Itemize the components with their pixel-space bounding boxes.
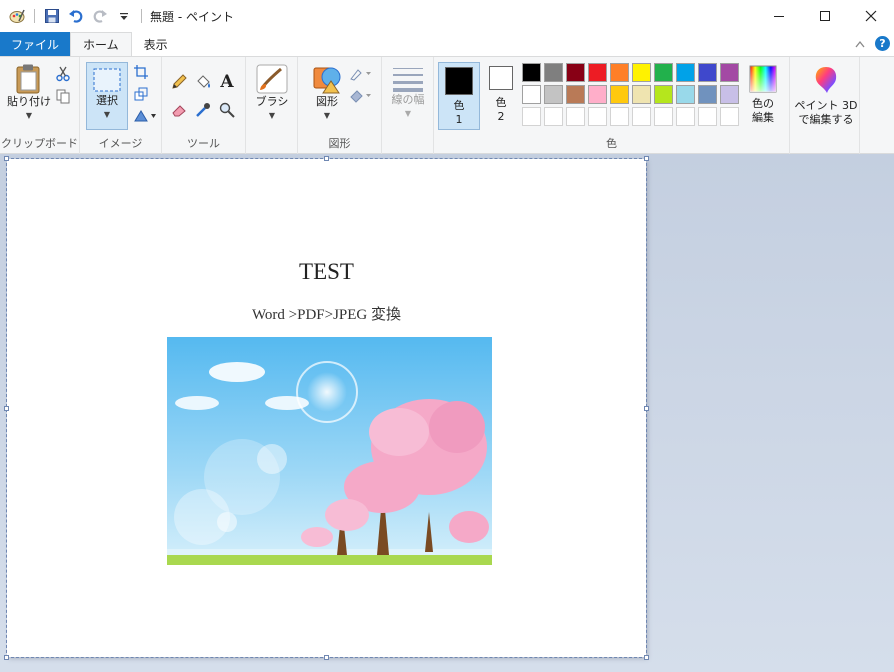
shapes-group-label: 図形 bbox=[328, 137, 351, 150]
size-label: 線の幅 bbox=[391, 93, 425, 106]
tab-view[interactable]: 表示 bbox=[132, 32, 180, 56]
help-icon[interactable]: ? bbox=[875, 36, 890, 51]
quick-access-toolbar bbox=[0, 7, 144, 25]
shapes-button[interactable]: 図形 ▼ bbox=[304, 63, 350, 123]
resize-handle-bottom-right[interactable] bbox=[644, 655, 649, 660]
resize-handle-right[interactable] bbox=[644, 406, 649, 411]
tools-group-label: ツール bbox=[187, 137, 220, 150]
group-shapes: 図形 ▼ 図形 bbox=[298, 57, 382, 154]
cut-icon[interactable] bbox=[54, 65, 72, 83]
tab-home[interactable]: ホーム bbox=[70, 32, 132, 56]
ribbon: 貼り付け ▼ クリップボード 選択 ▼ イメージ A ツール ブラシ ▼ 図形 … bbox=[0, 56, 894, 154]
cherry-blossom-image bbox=[167, 337, 492, 565]
close-icon bbox=[865, 10, 877, 22]
ribbon-right-controls: ? bbox=[855, 36, 890, 51]
window-controls bbox=[756, 0, 894, 32]
size-button[interactable]: 線の幅 ▼ bbox=[386, 65, 430, 121]
paste-dropdown-icon: ▼ bbox=[25, 111, 33, 120]
resize-handle-left[interactable] bbox=[4, 406, 9, 411]
rotate-icon[interactable] bbox=[132, 107, 158, 125]
pencil-icon[interactable] bbox=[170, 73, 188, 91]
separator bbox=[141, 9, 142, 23]
redo-icon[interactable] bbox=[91, 7, 109, 25]
resize-handle-top-left[interactable] bbox=[4, 156, 9, 161]
window-title: 無題 - ペイント bbox=[150, 9, 234, 24]
edit-with-paint3d-button[interactable]: ペイント 3D で編集する bbox=[794, 65, 858, 127]
clipboard-group-label: クリップボード bbox=[1, 137, 78, 150]
resize-handle-bottom-left[interactable] bbox=[4, 655, 9, 660]
select-button[interactable]: 選択 ▼ bbox=[86, 62, 128, 130]
magnifier-icon[interactable] bbox=[218, 101, 236, 119]
selection-rectangle-icon bbox=[93, 68, 121, 92]
select-dropdown-icon: ▼ bbox=[103, 110, 111, 119]
size-dropdown-icon: ▼ bbox=[404, 109, 412, 118]
document-title: TEST bbox=[299, 259, 354, 284]
group-brush: ブラシ ▼ bbox=[246, 57, 298, 154]
document-subtitle: Word >PDF>JPEG 変換 bbox=[251, 307, 402, 323]
maximize-button[interactable] bbox=[802, 0, 848, 32]
copy-icon[interactable] bbox=[54, 87, 72, 105]
minimize-button[interactable] bbox=[756, 0, 802, 32]
separator bbox=[34, 9, 35, 23]
colors-group-label: 色 bbox=[606, 137, 617, 150]
collapse-ribbon-icon[interactable] bbox=[855, 40, 865, 48]
group-clipboard: 貼り付け ▼ クリップボード bbox=[0, 57, 80, 154]
shapes-icon bbox=[313, 67, 341, 94]
paint3d-icon bbox=[815, 67, 837, 93]
paste-label: 貼り付け bbox=[7, 95, 51, 108]
ribbon-tabs: ファイル ホーム 表示 ? bbox=[0, 32, 894, 56]
maximize-icon bbox=[820, 11, 830, 21]
line-width-icon bbox=[393, 68, 423, 92]
brush-dropdown-icon: ▼ bbox=[268, 111, 276, 120]
drawing-canvas[interactable]: TEST Word >PDF>JPEG 変換 bbox=[7, 159, 646, 657]
shapes-label: 図形 bbox=[316, 95, 338, 108]
brush-label: ブラシ bbox=[255, 95, 289, 108]
outline-icon[interactable] bbox=[348, 65, 374, 83]
shapes-dropdown-icon: ▼ bbox=[323, 111, 331, 120]
paint3d-label-line1: ペイント 3D bbox=[794, 99, 858, 112]
group-colors: 色 bbox=[434, 57, 790, 154]
resize-handle-top[interactable] bbox=[324, 156, 329, 161]
select-label: 選択 bbox=[96, 94, 118, 107]
resize-handle-bottom[interactable] bbox=[324, 655, 329, 660]
minimize-icon bbox=[774, 16, 784, 17]
close-button[interactable] bbox=[848, 0, 894, 32]
paint-app-icon[interactable] bbox=[8, 7, 26, 25]
paint3d-label-line2: で編集する bbox=[798, 113, 854, 126]
fill-bucket-icon[interactable] bbox=[194, 73, 212, 91]
text-tool-icon[interactable]: A bbox=[218, 72, 236, 92]
group-size: 線の幅 ▼ bbox=[382, 57, 434, 154]
undo-icon[interactable] bbox=[67, 7, 85, 25]
group-image: 選択 ▼ イメージ bbox=[80, 57, 162, 154]
customize-toolbar-chevron-icon[interactable] bbox=[115, 7, 133, 25]
image-group-label: イメージ bbox=[98, 137, 143, 150]
paste-button[interactable]: 貼り付け ▼ bbox=[6, 63, 52, 123]
fill-icon[interactable] bbox=[348, 87, 374, 105]
resize-icon[interactable] bbox=[132, 85, 150, 103]
title-bar: 無題 - ペイント bbox=[0, 0, 894, 32]
color-picker-icon[interactable] bbox=[194, 101, 212, 119]
save-icon[interactable] bbox=[43, 7, 61, 25]
eraser-icon[interactable] bbox=[170, 101, 188, 119]
resize-handle-top-right[interactable] bbox=[644, 156, 649, 161]
tab-file[interactable]: ファイル bbox=[0, 32, 71, 56]
group-tools: A ツール bbox=[162, 57, 246, 154]
brush-icon bbox=[256, 64, 288, 94]
crop-icon[interactable] bbox=[132, 63, 150, 81]
group-paint3d: ペイント 3D で編集する bbox=[790, 57, 860, 154]
brush-button[interactable]: ブラシ ▼ bbox=[250, 63, 294, 123]
paste-icon bbox=[16, 64, 40, 94]
canvas-workspace[interactable]: TEST Word >PDF>JPEG 変換 bbox=[0, 154, 894, 672]
